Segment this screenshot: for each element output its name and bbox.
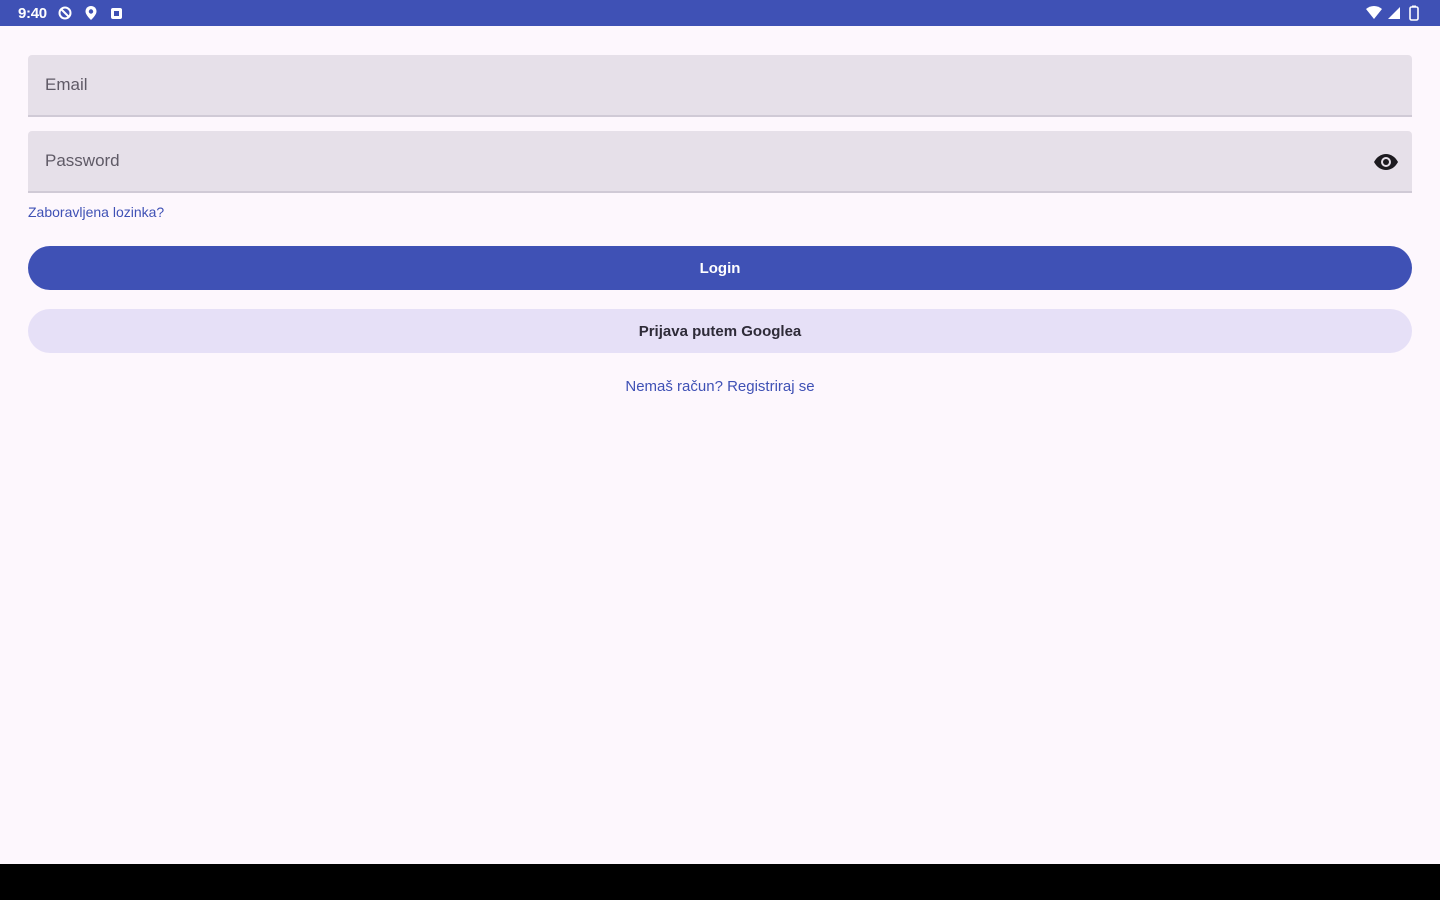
- status-bar-right: [1366, 5, 1422, 21]
- password-input[interactable]: [28, 131, 1412, 191]
- register-link[interactable]: Nemaš račun? Registriraj se: [0, 378, 1440, 395]
- status-bar-left: 9:40: [18, 5, 125, 22]
- signal-icon: [1386, 5, 1402, 21]
- location-icon: [83, 5, 99, 21]
- eye-icon[interactable]: [1372, 148, 1400, 176]
- do-not-disturb-icon: [57, 5, 73, 21]
- forgot-password-link[interactable]: Zaboravljena lozinka?: [28, 204, 164, 220]
- navigation-bar: [0, 864, 1440, 900]
- email-field[interactable]: [28, 55, 1412, 117]
- notification-icon: [109, 5, 125, 21]
- login-button[interactable]: Login: [28, 246, 1412, 290]
- email-input[interactable]: [28, 55, 1412, 115]
- status-bar: 9:40: [0, 0, 1440, 26]
- battery-icon: [1406, 5, 1422, 21]
- wifi-icon: [1366, 5, 1382, 21]
- google-login-button[interactable]: Prijava putem Googlea: [28, 309, 1412, 353]
- password-field[interactable]: [28, 131, 1412, 193]
- status-time: 9:40: [18, 4, 47, 22]
